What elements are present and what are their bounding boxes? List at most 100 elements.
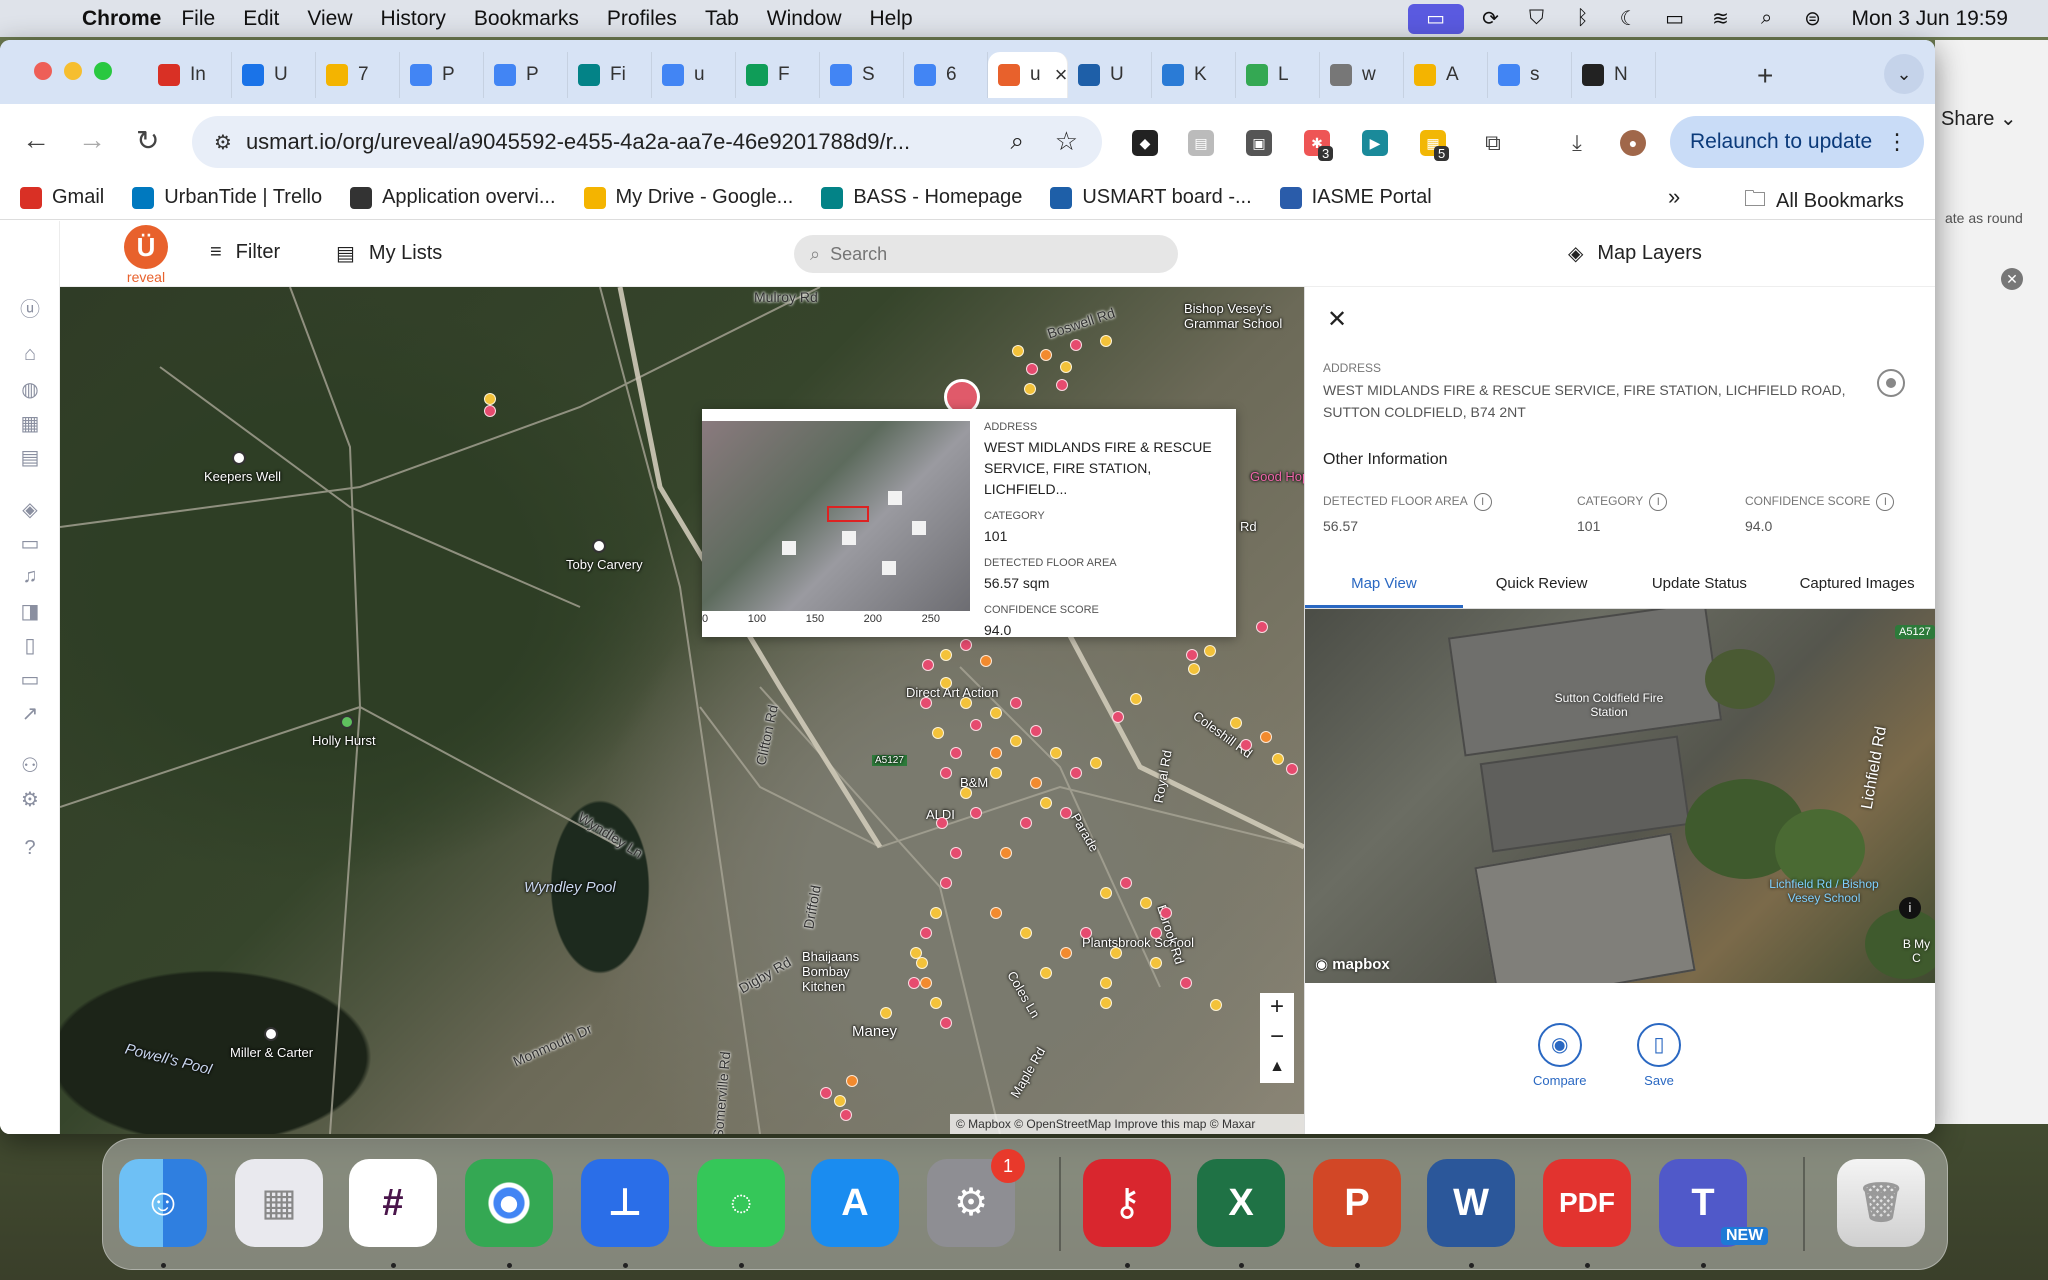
focus-moon-icon[interactable]: ☾: [1610, 6, 1648, 31]
download-icon[interactable]: ⤓: [1564, 130, 1590, 156]
menu-file[interactable]: File: [181, 7, 215, 31]
relaunch-button[interactable]: Relaunch to update ⋮: [1670, 116, 1924, 168]
shield-icon[interactable]: ⛉: [1518, 7, 1556, 30]
more-bookmarks-icon[interactable]: »: [1668, 184, 1680, 210]
menu-clock[interactable]: Mon 3 Jun 19:59: [1852, 7, 2008, 31]
property-marker-pink-marker[interactable]: [1056, 379, 1068, 391]
property-marker-yellow-marker[interactable]: [990, 707, 1002, 719]
bookmark-item[interactable]: My Drive - Google...: [583, 186, 793, 209]
my-lists-button[interactable]: ▤ My Lists: [336, 241, 442, 266]
property-marker-pink-marker[interactable]: [1150, 927, 1162, 939]
app-menu-name[interactable]: Chrome: [82, 7, 161, 31]
property-marker-pink-marker[interactable]: [936, 817, 948, 829]
browser-tab[interactable]: u ×: [988, 52, 1068, 98]
property-marker-orange-marker[interactable]: [1000, 847, 1012, 859]
filter-button[interactable]: ≡ Filter: [210, 241, 280, 264]
close-icon[interactable]: ✕: [2001, 268, 2023, 290]
layers-extension-icon[interactable]: ◆: [1132, 130, 1158, 156]
browser-tab[interactable]: F: [736, 52, 820, 98]
dashboard-icon[interactable]: ▦: [18, 411, 42, 435]
aerial-map-view[interactable]: Sutton Coldfield Fire Station Lichfield …: [1305, 609, 1935, 983]
property-marker-orange-marker[interactable]: [1260, 731, 1272, 743]
extension-icon[interactable]: ▣: [1246, 130, 1272, 156]
zoom-out-button[interactable]: −: [1260, 1023, 1294, 1053]
property-marker-pink-marker[interactable]: [1060, 807, 1072, 819]
property-marker-yellow-marker[interactable]: [1010, 735, 1022, 747]
forward-button[interactable]: →: [78, 124, 106, 156]
screen-share-icon[interactable]: ▭: [1407, 3, 1464, 34]
tab-quick-review[interactable]: Quick Review: [1463, 559, 1621, 608]
property-marker-pink-marker[interactable]: [1120, 877, 1132, 889]
property-marker-yellow-marker[interactable]: [1100, 887, 1112, 899]
search-input[interactable]: [830, 243, 1131, 265]
property-marker-yellow-marker[interactable]: [932, 727, 944, 739]
locate-target-icon[interactable]: [1877, 369, 1905, 397]
bluetooth-icon[interactable]: ᛒ: [1564, 7, 1602, 30]
browser-tab[interactable]: A: [1404, 52, 1488, 98]
browser-tab[interactable]: U: [1068, 52, 1152, 98]
bookmark-item[interactable]: UrbanTide | Trello: [132, 186, 322, 209]
minimize-window-button[interactable]: [64, 62, 82, 80]
property-marker-pink-marker[interactable]: [970, 807, 982, 819]
property-marker-pink-marker[interactable]: [940, 877, 952, 889]
property-marker-pink-marker[interactable]: [920, 697, 932, 709]
menu-window[interactable]: Window: [767, 7, 842, 31]
menu-profiles[interactable]: Profiles: [607, 7, 677, 31]
map-poi-miller-carter[interactable]: [264, 1027, 278, 1041]
menu-view[interactable]: View: [307, 7, 352, 31]
property-marker-pink-marker[interactable]: [920, 927, 932, 939]
zoom-in-button[interactable]: +: [1260, 993, 1294, 1023]
menu-history[interactable]: History: [381, 7, 446, 31]
property-marker-pink-marker[interactable]: [1030, 725, 1042, 737]
map-icon[interactable]: ▯: [18, 633, 42, 657]
browser-tab[interactable]: 7: [316, 52, 400, 98]
url-text[interactable]: usmart.io/org/ureveal/a9045592-e455-4a2a…: [246, 129, 910, 155]
home-icon[interactable]: ⓤ: [18, 293, 42, 321]
property-marker-yellow-marker[interactable]: [1050, 747, 1062, 759]
compass-button[interactable]: ▲: [1260, 1053, 1294, 1083]
property-marker-yellow-marker[interactable]: [1100, 335, 1112, 347]
property-marker-pink-marker[interactable]: [1160, 907, 1172, 919]
property-marker-yellow-marker[interactable]: [484, 393, 496, 405]
property-marker-pink-marker[interactable]: [1286, 763, 1298, 775]
screencast-extension-icon[interactable]: ▶: [1362, 130, 1388, 156]
property-marker-yellow-marker[interactable]: [1090, 757, 1102, 769]
excel-icon[interactable]: X: [1197, 1159, 1285, 1247]
property-marker-yellow-marker[interactable]: [960, 697, 972, 709]
trash-icon[interactable]: 🗑: [1837, 1159, 1925, 1247]
box-icon[interactable]: ◨: [18, 599, 42, 623]
property-marker-orange-marker[interactable]: [1040, 349, 1052, 361]
property-marker-pink-marker[interactable]: [1180, 977, 1192, 989]
property-marker-pink-marker[interactable]: [1070, 339, 1082, 351]
property-marker-yellow-marker[interactable]: [1012, 345, 1024, 357]
browser-tab[interactable]: 6: [904, 52, 988, 98]
property-marker-orange-marker[interactable]: [1030, 777, 1042, 789]
browser-tab[interactable]: K: [1152, 52, 1236, 98]
tab-map-view[interactable]: Map View: [1305, 559, 1463, 608]
property-marker-pink-marker[interactable]: [1026, 363, 1038, 375]
property-marker-orange-marker[interactable]: [1060, 947, 1072, 959]
property-marker-yellow-marker[interactable]: [1060, 361, 1072, 373]
bookmark-item[interactable]: Gmail: [20, 186, 104, 209]
property-marker-pink-marker[interactable]: [1240, 739, 1252, 751]
property-marker-yellow-marker[interactable]: [1188, 663, 1200, 675]
property-marker-orange-marker[interactable]: [920, 977, 932, 989]
site-info-icon[interactable]: ⚙: [214, 130, 232, 155]
share-button[interactable]: Share ⌄: [1941, 106, 2017, 131]
property-marker-yellow-marker[interactable]: [834, 1095, 846, 1107]
property-marker-yellow-marker[interactable]: [1204, 645, 1216, 657]
spotlight-search-icon[interactable]: ⌕: [1748, 7, 1786, 30]
search-bar[interactable]: ⌕: [794, 235, 1178, 273]
tab-search-button[interactable]: ⌄: [1884, 54, 1924, 94]
property-marker-yellow-marker[interactable]: [880, 1007, 892, 1019]
map-attribution[interactable]: © Mapbox © OpenStreetMap Improve this ma…: [950, 1114, 1304, 1134]
menu-tab[interactable]: Tab: [705, 7, 739, 31]
property-marker-pink-marker[interactable]: [1010, 697, 1022, 709]
property-marker-pink-marker[interactable]: [950, 747, 962, 759]
property-marker-yellow-marker[interactable]: [1210, 999, 1222, 1011]
menu-edit[interactable]: Edit: [243, 7, 279, 31]
finder-icon[interactable]: ☺: [119, 1159, 207, 1247]
control-center-icon[interactable]: ⊜: [1794, 6, 1832, 31]
property-marker-yellow-marker[interactable]: [1130, 693, 1142, 705]
info-icon[interactable]: i: [1473, 493, 1492, 511]
